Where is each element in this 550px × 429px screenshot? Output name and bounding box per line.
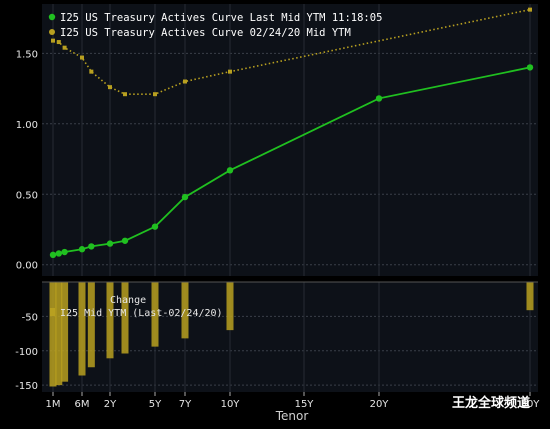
x-axis-title: Tenor [275, 409, 309, 423]
series-point-2Y [106, 240, 114, 247]
change-title: Change [110, 295, 146, 306]
series-point-2M [56, 40, 61, 45]
legend-marker-change [50, 308, 55, 316]
change-bar-3M [61, 282, 69, 382]
y-tick-label-top: 1.00 [16, 120, 38, 131]
x-tick-label: 10Y [221, 399, 241, 410]
series-point-1Y [88, 243, 95, 250]
x-tick-label: 5Y [149, 399, 162, 410]
series-point-2Y [108, 85, 112, 90]
series-point-3M [62, 45, 67, 50]
y-tick-label-top: 0.50 [16, 190, 38, 201]
y-tick-label-top: 0.00 [16, 261, 38, 272]
series-point-20Y [375, 95, 383, 102]
series-point-6M [78, 246, 86, 253]
yield-curve-chart: 1.50 1.00 0.50 0.00 -50 -100 -150 1M 6M 2Y 5Y 7Y 1… [0, 0, 550, 429]
y-tick-label-bottom: -150 [15, 381, 38, 392]
change-bar-2Y [106, 282, 114, 359]
x-tick-label: 1M [46, 399, 61, 410]
legend-marker-previous [49, 29, 55, 35]
watermark-text: 王龙全球频道 [452, 395, 530, 411]
legend-label-previous: I25 US Treasury Actives Curve 02/24/20 M… [60, 27, 351, 39]
series-point-2M [55, 250, 62, 257]
series-point-30Y [526, 64, 534, 71]
x-tick-label: 6M [75, 399, 90, 410]
top-plot-area [42, 4, 538, 276]
x-tick-label: 20Y [370, 399, 390, 410]
change-bar-30Y [526, 282, 534, 311]
legend-marker-current [48, 13, 56, 21]
series-point-10Y [228, 69, 232, 74]
series-point-1M [49, 251, 57, 259]
legend-label-change: I25 Mid YTM (Last-02/24/20) [60, 308, 223, 319]
series-point-1Y [89, 69, 94, 74]
series-point-10Y [226, 167, 234, 174]
series-point-3Y [121, 237, 129, 244]
y-tick-label-bottom: -50 [22, 312, 38, 323]
change-bar-1Y [87, 282, 95, 368]
series-point-1M [51, 38, 55, 43]
series-point-5Y [151, 223, 159, 230]
x-tick-label: 2Y [104, 399, 117, 410]
change-bar-10Y [226, 282, 234, 331]
change-bar-6M [78, 282, 86, 376]
legend-label-current: I25 US Treasury Actives Curve Last Mid Y… [60, 12, 382, 24]
series-point-3M [61, 248, 68, 256]
series-point-3Y [123, 92, 127, 97]
y-tick-label-top: 1.50 [16, 49, 38, 60]
series-point-5Y [153, 92, 157, 97]
y-tick-label-bottom: -100 [15, 347, 38, 358]
series-point-30Y [528, 7, 532, 12]
series-point-7Y [183, 79, 187, 84]
series-point-7Y [181, 193, 189, 201]
series-point-6M [80, 55, 84, 60]
x-tick-label: 7Y [179, 399, 192, 410]
